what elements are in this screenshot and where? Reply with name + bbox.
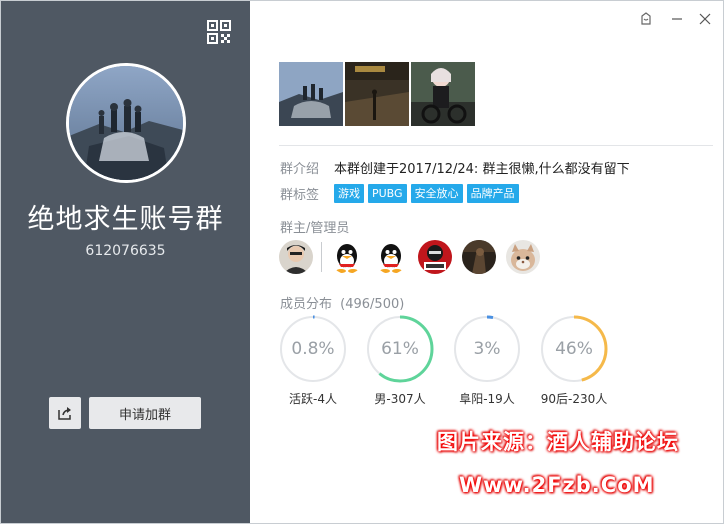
stat-item[interactable]: 61% 男-307人 xyxy=(366,315,453,407)
members-label-text: 成员分布 xyxy=(280,297,333,312)
group-photo-strip xyxy=(279,62,475,126)
tag[interactable]: 品牌产品 xyxy=(466,184,519,203)
tags-label: 群标签 xyxy=(280,188,320,203)
admin-list xyxy=(279,240,550,274)
admins-label: 群主/管理员 xyxy=(280,221,350,236)
admin-avatar[interactable] xyxy=(418,240,452,274)
watermark-line1: 图片来源：酒人辅助论坛 xyxy=(437,430,679,454)
stat-ring: 0.8% xyxy=(279,315,347,383)
group-profile-window: 绝地求生账号群 612076635 申请加群 群介绍 本群创建于2017/12/… xyxy=(0,0,724,524)
admin-avatar[interactable] xyxy=(374,240,408,274)
tag[interactable]: 安全放心 xyxy=(410,184,463,203)
tag[interactable]: PUBG xyxy=(368,184,407,203)
group-avatar[interactable] xyxy=(66,63,186,183)
tag-list: 游戏 PUBG 安全放心 品牌产品 xyxy=(334,184,519,203)
stat-value: 0.8% xyxy=(291,339,335,359)
left-panel: 绝地求生账号群 612076635 申请加群 xyxy=(1,1,250,523)
skin-icon[interactable] xyxy=(636,9,656,29)
group-name: 绝地求生账号群 xyxy=(27,204,224,235)
stat-ring: 46% xyxy=(540,315,608,383)
stat-value: 46% xyxy=(555,339,593,359)
share-button[interactable] xyxy=(49,397,81,429)
stat-value: 3% xyxy=(473,339,501,359)
minimize-icon[interactable] xyxy=(667,9,687,29)
stat-item[interactable]: 46% 90后-230人 xyxy=(540,315,627,407)
stat-label: 男-307人 xyxy=(374,392,426,406)
section-divider xyxy=(279,145,713,146)
group-photo[interactable] xyxy=(345,62,409,126)
admin-separator xyxy=(321,242,322,272)
admin-avatar[interactable] xyxy=(330,240,364,274)
admin-avatar[interactable] xyxy=(462,240,496,274)
qr-code-icon[interactable] xyxy=(207,20,231,44)
members-count: (496/500) xyxy=(340,297,405,312)
stat-label: 阜阳-19人 xyxy=(459,392,515,406)
admin-avatar[interactable] xyxy=(506,240,540,274)
close-icon[interactable] xyxy=(695,9,715,29)
share-icon xyxy=(58,407,71,420)
group-id: 612076635 xyxy=(85,243,166,259)
stat-item[interactable]: 0.8% 活跃-4人 xyxy=(279,315,366,407)
tag[interactable]: 游戏 xyxy=(334,184,364,203)
stat-ring: 3% xyxy=(453,315,521,383)
stat-value: 61% xyxy=(381,339,419,359)
intro-label: 群介绍 xyxy=(280,162,320,177)
stat-item[interactable]: 3% 阜阳-19人 xyxy=(453,315,540,407)
stat-ring: 61% xyxy=(366,315,434,383)
join-group-button[interactable]: 申请加群 xyxy=(89,397,201,429)
intro-text: 本群创建于2017/12/24: 群主很懒,什么都没有留下 xyxy=(334,162,630,177)
members-label: 成员分布 (496/500) xyxy=(280,293,404,312)
stat-label: 90后-230人 xyxy=(540,392,608,406)
owner-avatar[interactable] xyxy=(279,240,313,274)
group-photo[interactable] xyxy=(279,62,343,126)
watermark-line2: Www.2Fzb.CoM xyxy=(459,473,655,497)
group-photo[interactable] xyxy=(411,62,475,126)
member-stats: 0.8% 活跃-4人 61% 男-307人 3% 阜阳-19人 46% 90后-230人 xyxy=(279,315,627,407)
stat-label: 活跃-4人 xyxy=(289,392,337,406)
